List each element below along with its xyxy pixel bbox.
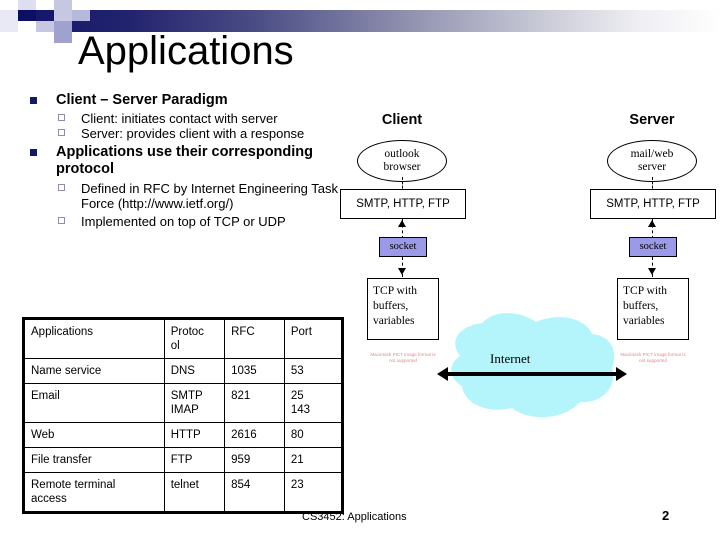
slide-page-number: 2	[662, 508, 670, 523]
cell-application: Remote terminal access	[24, 472, 165, 512]
bullet-text: Client – Server Paradigm	[56, 92, 228, 108]
cell-port: 53	[283, 358, 343, 384]
server-pict-placeholder-note: Macintosh PICT image format is not suppo…	[620, 352, 686, 363]
header-checker-9	[54, 10, 72, 21]
header-checker-7	[36, 32, 54, 43]
table-row: Remote terminal access telnet 854 23	[24, 472, 343, 512]
client-server-diagram: Client outlook browser SMTP, HTTP, FTP s…	[340, 108, 720, 428]
cell-application: Web	[24, 422, 165, 448]
client-arrow-down-icon	[398, 268, 406, 275]
client-socket-box: socket	[379, 237, 427, 257]
cell-protocol: SMTP IMAP	[163, 383, 226, 423]
client-pict-placeholder-note: Macintosh PICT image format is not suppo…	[370, 352, 436, 363]
sub-bullet-server-provides: Server: provides client with a response	[26, 126, 362, 142]
cell-protocol: HTTP	[163, 422, 226, 448]
cell-port: 21	[283, 447, 343, 473]
header-checker-3	[18, 10, 36, 21]
header-checker-1	[18, 0, 36, 10]
server-socket-box: socket	[629, 237, 677, 257]
internet-arrow-left-icon	[437, 367, 448, 381]
client-transport-box: TCP with buffers, variables	[367, 278, 439, 340]
sub-bullet-tcp-udp: Implemented on top of TCP or UDP	[26, 214, 362, 230]
header-checker-11	[54, 32, 72, 43]
cell-protocol: DNS	[163, 358, 226, 384]
table-header-applications: Applications	[24, 319, 165, 359]
sub-bullet-client-initiates: Client: initiates contact with server	[26, 111, 362, 127]
applications-table: Applications Protoc ol RFC Port Name ser…	[24, 319, 343, 512]
hollow-square-icon	[58, 129, 65, 136]
header-checker-8	[54, 0, 72, 10]
client-arrow-up-icon	[398, 220, 406, 227]
table-row: Name service DNS 1035 53	[24, 358, 343, 384]
hollow-square-icon	[58, 216, 65, 224]
server-protocol-box: SMTP, HTTP, FTP	[590, 189, 716, 219]
header-checker-6	[36, 21, 54, 32]
cell-rfc: 854	[224, 472, 285, 512]
cell-protocol: telnet	[163, 472, 226, 512]
server-arrow-down-icon	[648, 268, 656, 275]
cell-rfc: 2616	[224, 422, 285, 448]
cell-protocol: FTP	[163, 447, 226, 473]
hollow-square-icon	[58, 183, 65, 191]
table-header-port: Port	[283, 319, 343, 359]
hollow-square-icon	[58, 113, 65, 121]
cell-rfc: 959	[224, 447, 285, 473]
internet-arrow-line	[448, 372, 616, 376]
header-checker-4	[18, 21, 36, 32]
bullet-item-client-server: Client – Server Paradigm	[26, 92, 362, 110]
server-transport-box: TCP with buffers, variables	[617, 278, 689, 340]
sub-bullet-text: Defined in RFC by Internet Engineering T…	[81, 180, 339, 212]
sub-bullet-text: Server: provides client with a response	[81, 126, 305, 141]
sub-bullet-text: Implemented on top of TCP or UDP	[81, 213, 286, 229]
header-checker-10	[54, 21, 72, 32]
applications-table-wrapper: Applications Protoc ol RFC Port Name ser…	[22, 317, 344, 514]
internet-label: Internet	[490, 351, 531, 366]
cell-port: 80	[283, 422, 343, 448]
cell-port: 25 143	[283, 383, 343, 423]
sub-bullet-rfc: Defined in RFC by Internet Engineering T…	[26, 181, 362, 212]
slide-footer: CS3452: Applications	[302, 511, 407, 523]
table-header-rfc: RFC	[224, 319, 285, 359]
header-checker-2	[0, 10, 18, 32]
internet-arrow-right-icon	[616, 367, 627, 381]
cell-application: File transfer	[24, 447, 165, 473]
header-checker-12	[72, 0, 90, 10]
page-title: Applications	[78, 29, 294, 73]
header-checker-14	[0, 0, 18, 10]
bullet-item-protocols: Applications use their corresponding pro…	[26, 144, 362, 179]
server-arrow-up-icon	[648, 220, 656, 227]
client-column-title: Client	[381, 112, 423, 128]
table-row: Email SMTP IMAP 821 25 143	[24, 383, 343, 423]
bullet-square-icon	[30, 97, 37, 104]
cell-application: Email	[24, 383, 165, 423]
header-checker-5	[36, 0, 54, 10]
client-app-ellipse: outlook browser	[357, 140, 447, 182]
server-column-title: Server	[629, 112, 675, 128]
table-row: Web HTTP 2616 80	[24, 422, 343, 448]
server-app-ellipse: mail/web server	[607, 140, 697, 182]
cell-application: Name service	[24, 358, 165, 384]
bullet-square-icon	[30, 148, 37, 156]
table-header-protocol: Protoc ol	[163, 319, 226, 359]
cell-port: 23	[283, 472, 343, 512]
bullet-text: Applications use their corresponding pro…	[56, 143, 314, 178]
cell-rfc: 821	[224, 383, 285, 423]
table-header-row: Applications Protoc ol RFC Port	[24, 319, 343, 359]
table-row: File transfer FTP 959 21	[24, 447, 343, 473]
header-checker-13	[72, 10, 90, 21]
sub-bullet-text: Client: initiates contact with server	[81, 110, 278, 126]
cell-rfc: 1035	[224, 358, 285, 384]
client-protocol-box: SMTP, HTTP, FTP	[340, 189, 466, 219]
bullet-list: Client – Server Paradigm Client: initiat…	[26, 92, 362, 229]
